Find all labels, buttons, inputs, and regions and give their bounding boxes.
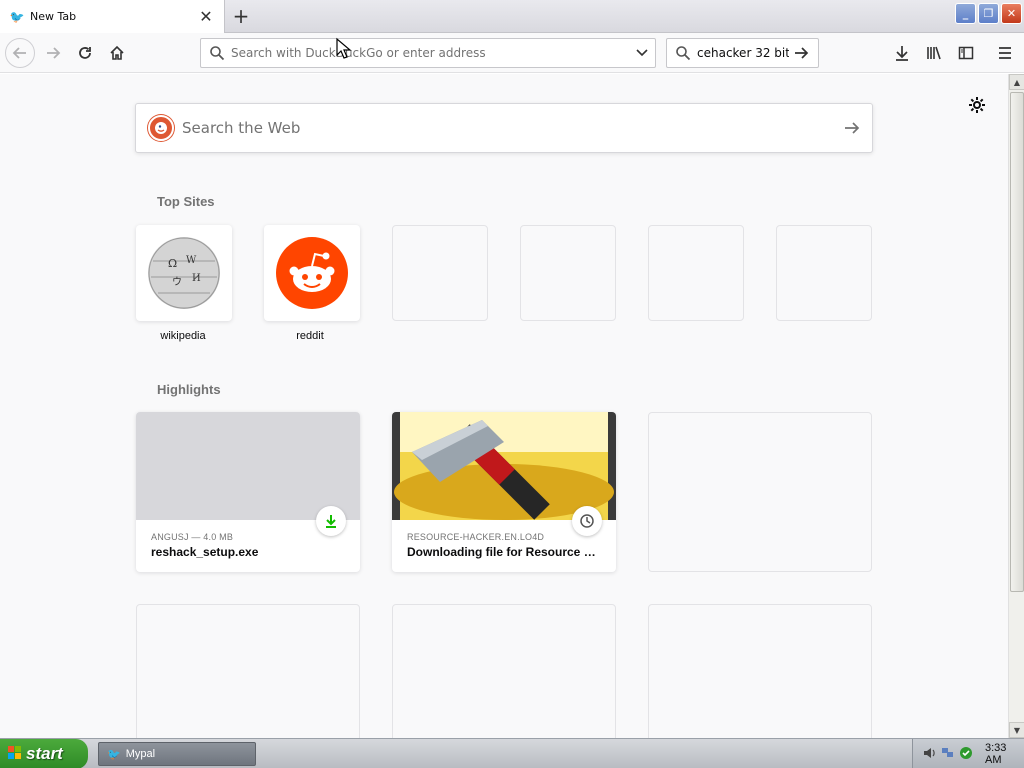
- highlight-source: RESOURCE-HACKER.EN.LO4D: [407, 532, 545, 542]
- download-icon: [316, 506, 346, 536]
- duckduckgo-logo-icon: [148, 115, 174, 141]
- taskbar-app-label: Mypal: [125, 748, 156, 760]
- top-site-empty-slot: [392, 225, 488, 321]
- search-go-arrow-icon[interactable]: [789, 45, 813, 61]
- wikipedia-globe-icon: ΩWИウ: [148, 237, 220, 309]
- highlights-heading: Highlights: [157, 382, 221, 397]
- highlight-empty-slot: [648, 412, 872, 572]
- network-icon[interactable]: [941, 746, 955, 763]
- windows-taskbar: start 🐦 Mypal 3:33 AM: [0, 738, 1024, 768]
- search-icon: [676, 46, 691, 61]
- top-site-empty-slot: [520, 225, 616, 321]
- web-search-input[interactable]: [182, 119, 832, 137]
- menu-button[interactable]: [990, 38, 1020, 68]
- close-window-button[interactable]: ✕: [1001, 3, 1022, 24]
- svg-text:И: И: [192, 273, 201, 284]
- arrow-right-icon: [47, 47, 61, 59]
- top-site-empty-slot: [776, 225, 872, 321]
- home-button[interactable]: [102, 38, 132, 68]
- web-search-submit-arrow-icon[interactable]: [832, 120, 872, 136]
- search-input[interactable]: [697, 46, 789, 60]
- scroll-down-arrow-icon[interactable]: ▼: [1009, 722, 1024, 738]
- library-button[interactable]: [919, 38, 949, 68]
- download-icon: [896, 46, 908, 61]
- new-tab-button[interactable]: +: [228, 3, 254, 29]
- highlight-card[interactable]: RESOURCE-HACKER.EN.LO4D Downloading file…: [392, 412, 616, 572]
- hamburger-menu-icon: [999, 47, 1011, 59]
- highlight-title: Downloading file for Resource Hacker: [407, 545, 603, 559]
- top-site-wikipedia[interactable]: ΩWИウ: [136, 225, 232, 321]
- taskbar-clock[interactable]: 3:33 AM: [985, 742, 1024, 766]
- start-label: start: [26, 744, 63, 763]
- url-bar[interactable]: [200, 38, 656, 68]
- web-search-box[interactable]: [135, 103, 873, 153]
- home-icon: [110, 45, 124, 60]
- highlight-empty-slot: [392, 604, 616, 738]
- highlight-title: reshack_setup.exe: [151, 545, 259, 559]
- top-sites-heading: Top Sites: [157, 194, 215, 209]
- top-site-reddit[interactable]: [264, 225, 360, 321]
- downloads-button[interactable]: [887, 38, 917, 68]
- tab-title: New Tab: [30, 10, 77, 23]
- security-shield-icon[interactable]: [959, 746, 973, 763]
- url-dropdown-icon[interactable]: [629, 40, 655, 66]
- top-site-label: wikipedia: [160, 330, 206, 342]
- restore-button[interactable]: ❐: [978, 3, 999, 24]
- windows-flag-icon: [8, 745, 22, 763]
- new-tab-page: Top Sites ΩWИウ wikipedia reddit Highligh…: [0, 74, 1008, 738]
- volume-icon[interactable]: [923, 746, 937, 763]
- sidebar-button[interactable]: [951, 38, 981, 68]
- taskbar-app-mypal[interactable]: 🐦 Mypal: [98, 742, 256, 766]
- forward-button[interactable]: [38, 38, 68, 68]
- reload-button[interactable]: [70, 38, 100, 68]
- start-button[interactable]: start: [0, 739, 88, 768]
- url-input[interactable]: [231, 41, 629, 65]
- arrow-left-icon: [12, 47, 26, 59]
- top-site-empty-slot: [648, 225, 744, 321]
- svg-text:ウ: ウ: [172, 276, 182, 288]
- scroll-thumb[interactable]: [1010, 92, 1024, 592]
- reddit-alien-icon: [276, 237, 348, 309]
- system-tray: 3:33 AM: [912, 739, 1024, 768]
- window-controls: _ ❐ ✕: [955, 3, 1022, 24]
- highlight-thumbnail: [136, 412, 360, 520]
- mypal-favicon-icon: 🐦: [9, 9, 25, 24]
- tab-new-tab[interactable]: 🐦 New Tab ✕: [0, 0, 225, 33]
- tab-strip: 🐦 New Tab ✕ + _ ❐ ✕: [0, 0, 1024, 33]
- mouse-cursor-icon: [336, 37, 352, 59]
- clock-icon: [572, 506, 602, 536]
- highlight-card[interactable]: ANGUSJ — 4.0 MB reshack_setup.exe: [136, 412, 360, 572]
- back-button[interactable]: [5, 38, 35, 68]
- search-icon: [210, 46, 225, 61]
- highlight-empty-slot: [136, 604, 360, 738]
- minimize-button[interactable]: _: [955, 3, 976, 24]
- svg-text:W: W: [186, 255, 197, 266]
- library-icon: [927, 46, 941, 60]
- tab-close-icon[interactable]: ✕: [198, 7, 214, 26]
- customize-gear-icon[interactable]: [966, 94, 988, 116]
- sidebar-icon: [958, 46, 974, 60]
- mypal-app-icon: 🐦: [107, 748, 121, 761]
- highlight-thumbnail: [392, 412, 616, 520]
- search-bar[interactable]: [666, 38, 819, 68]
- scroll-up-arrow-icon[interactable]: ▲: [1009, 74, 1024, 90]
- svg-text:Ω: Ω: [168, 257, 177, 270]
- vertical-scrollbar[interactable]: ▲ ▼: [1008, 74, 1024, 738]
- highlight-source: ANGUSJ — 4.0 MB: [151, 532, 234, 542]
- top-site-label: reddit: [296, 330, 324, 342]
- highlight-empty-slot: [648, 604, 872, 738]
- navigation-toolbar: [0, 33, 1024, 73]
- reload-icon: [79, 47, 91, 59]
